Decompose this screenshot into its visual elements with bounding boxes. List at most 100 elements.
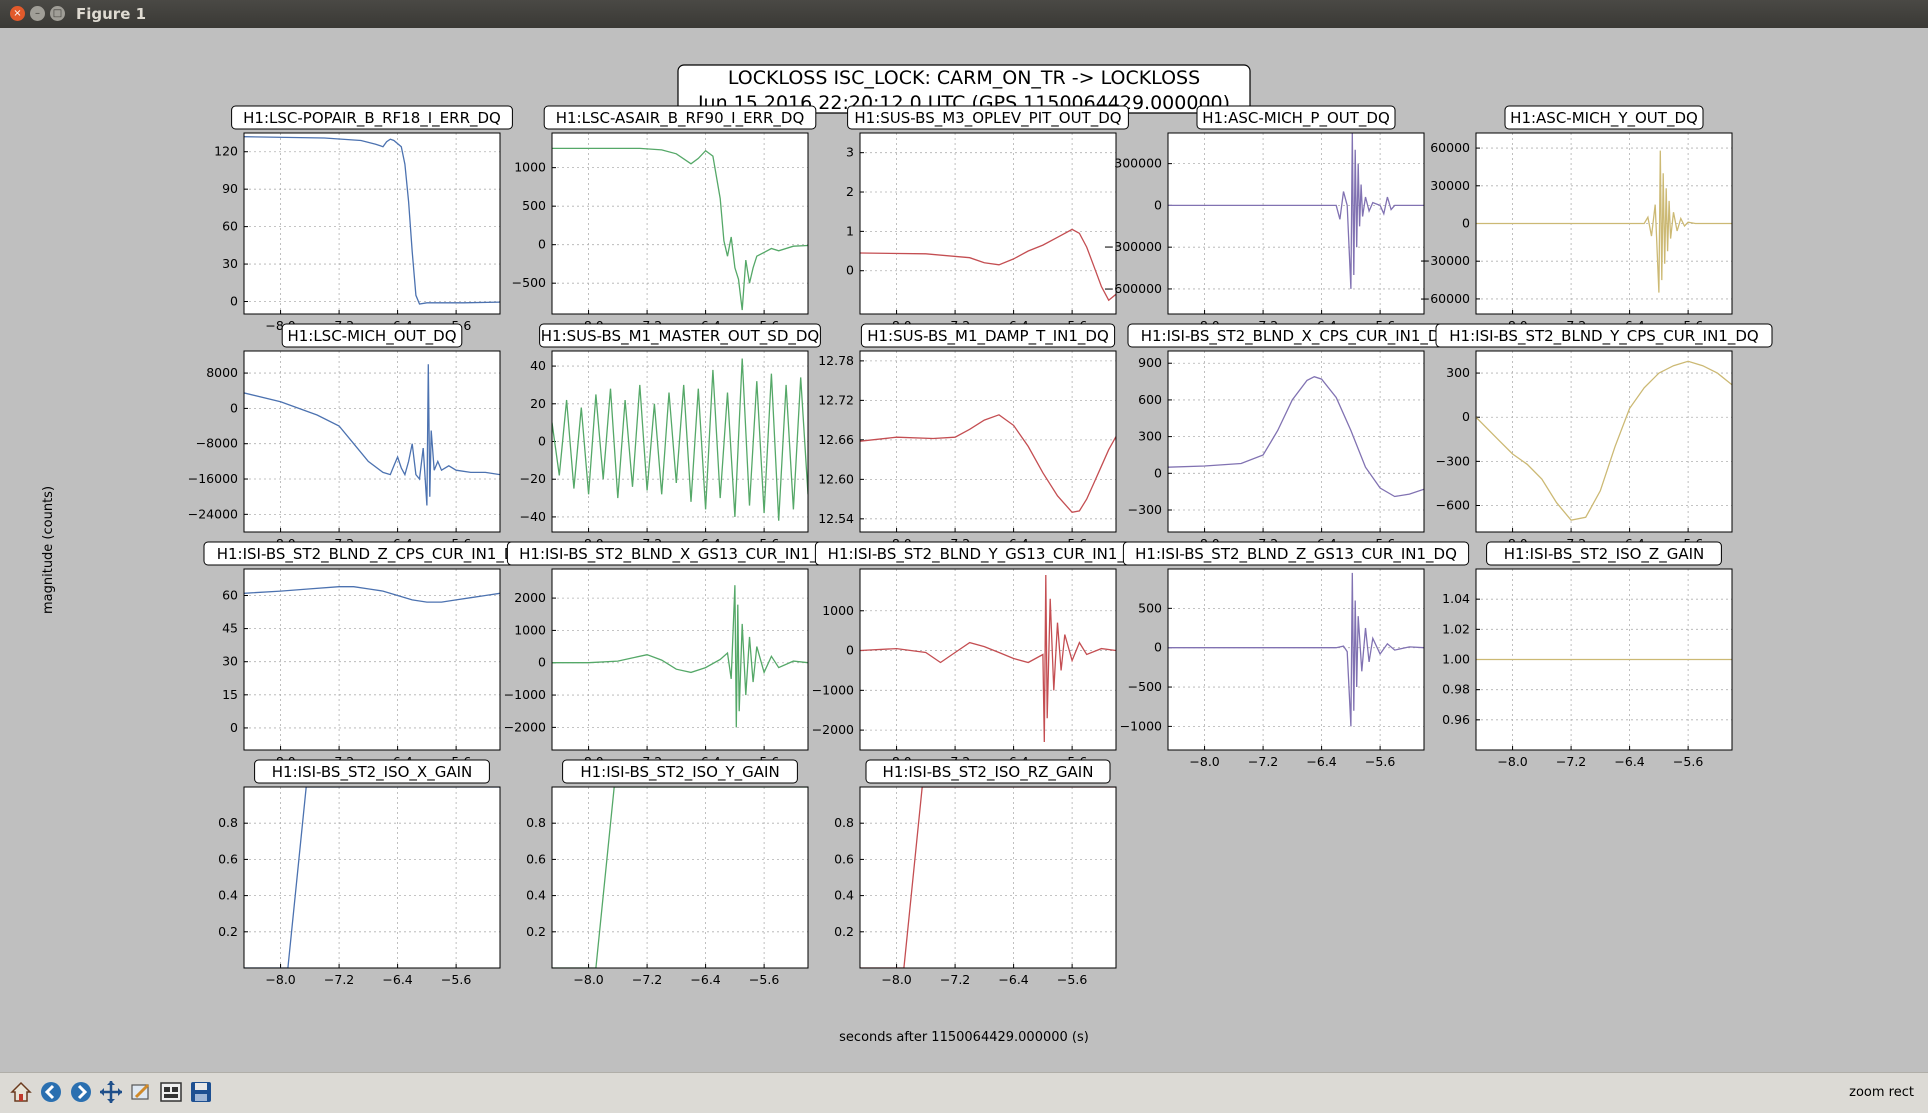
subplot-grid: −8.0−7.2−6.4−5.60306090120H1:LSC-POPAIR_… xyxy=(188,105,1773,987)
x-tick-label: −8.0 xyxy=(1497,754,1527,769)
axes-background xyxy=(1476,351,1732,532)
y-tick-label: 300000 xyxy=(1114,156,1162,171)
x-tick-label: −8.0 xyxy=(573,972,603,987)
y-tick-label: 1000 xyxy=(822,603,854,618)
subplot-title-text: H1:ISI-BS_ST2_ISO_RZ_GAIN xyxy=(883,763,1094,782)
y-tick-label: 0 xyxy=(230,400,238,415)
y-tick-label: 3 xyxy=(846,145,854,160)
x-tick-label: −5.6 xyxy=(1057,972,1087,987)
subplot-title: H1:ISI-BS_ST2_BLND_Z_GS13_CUR_IN1_DQ xyxy=(1122,541,1470,566)
navigation-toolbar: zoom rect xyxy=(0,1072,1928,1113)
subplot-12: −8.0−7.2−6.4−5.6−2000−1000010002000H1:IS… xyxy=(504,541,854,769)
y-tick-label: 0.8 xyxy=(218,815,238,830)
axes-background xyxy=(244,351,500,532)
close-button[interactable]: × xyxy=(10,6,25,21)
x-tick-label: −7.2 xyxy=(1248,754,1278,769)
y-tick-label: −1000 xyxy=(812,682,854,697)
x-tick-label: −8.0 xyxy=(881,972,911,987)
y-tick-label: 8000 xyxy=(206,365,238,380)
subplot-title-text: H1:ISI-BS_ST2_ISO_Y_GAIN xyxy=(580,763,779,782)
y-tick-label: 30 xyxy=(222,654,238,669)
y-tick-label: −40 xyxy=(520,509,546,524)
subplot-title: H1:ISI-BS_ST2_BLND_X_GS13_CUR_IN1_DQ xyxy=(506,541,854,566)
subplot-2: −8.0−7.2−6.4−5.6−50005001000H1:LSC-ASAIR… xyxy=(512,105,817,333)
y-tick-label: 90 xyxy=(222,181,238,196)
zoom-icon xyxy=(131,1083,150,1100)
y-tick-label: 0.4 xyxy=(526,888,546,903)
y-tick-label: 2 xyxy=(846,184,854,199)
y-tick-label: 0 xyxy=(230,720,238,735)
axes-background xyxy=(244,133,500,314)
y-tick-label: 30 xyxy=(222,256,238,271)
subplot-18: −8.0 −7.2 −6.4 −5.6 0.2 0.4 0.6 0.8 H1:ISI-BS_ST… xyxy=(834,759,1117,987)
y-tick-label: 0.4 xyxy=(218,888,238,903)
subplot-title-text: H1:ISI-BS_ST2_ISO_X_GAIN xyxy=(272,763,472,782)
suptitle-line-1: LOCKLOSS ISC_LOCK: CARM_ON_TR -> LOCKLOS… xyxy=(728,67,1200,89)
subplot-title: H1:LSC-POPAIR_B_RF18_I_ERR_DQ xyxy=(231,105,513,130)
y-tick-label: 0.98 xyxy=(1442,682,1470,697)
configure-subplots-button[interactable] xyxy=(158,1079,184,1105)
minimize-button[interactable]: – xyxy=(30,6,45,21)
y-tick-label: 300 xyxy=(1446,365,1470,380)
subplot-title-text: H1:ASC-MICH_Y_OUT_DQ xyxy=(1510,109,1698,128)
subplot-title-text: H1:ISI-BS_ST2_ISO_Z_GAIN xyxy=(1504,545,1704,564)
y-tick-label: −500 xyxy=(512,275,546,290)
y-tick-label: 0 xyxy=(1154,197,1162,212)
y-tick-label: 0 xyxy=(538,237,546,252)
axes-background xyxy=(860,569,1116,750)
pan-button[interactable] xyxy=(98,1079,124,1105)
subplot-title-text: H1:ASC-MICH_P_OUT_DQ xyxy=(1202,109,1390,128)
maximize-button[interactable]: □ xyxy=(50,6,65,21)
y-tick-label: −1000 xyxy=(504,687,546,702)
x-tick-label: −6.4 xyxy=(382,972,412,987)
y-tick-label: 0.6 xyxy=(526,851,546,866)
status-message: zoom rect xyxy=(1849,1085,1914,1100)
subplot-title: H1:ISI-BS_ST2_BLND_X_CPS_CUR_IN1_DQ xyxy=(1127,323,1465,348)
y-tick-label: 1.04 xyxy=(1442,591,1470,606)
y-tick-label: −20 xyxy=(520,471,546,486)
window-titlebar: × – □ Figure 1 xyxy=(0,0,1928,28)
y-tick-label: 0.8 xyxy=(834,815,854,830)
y-tick-label: −300 xyxy=(1128,502,1162,517)
save-button[interactable] xyxy=(188,1079,214,1105)
subplot-6: −8.0−7.2−6.4−5.6−24000−16000−800008000H1… xyxy=(188,323,501,551)
x-tick-label: −6.4 xyxy=(690,972,720,987)
y-tick-label: 0 xyxy=(846,263,854,278)
y-tick-label: 1.02 xyxy=(1442,621,1470,636)
subplot-title: H1:ASC-MICH_Y_OUT_DQ xyxy=(1504,105,1704,130)
back-button[interactable] xyxy=(38,1079,64,1105)
y-tick-label: 0 xyxy=(1462,216,1470,231)
home-button[interactable] xyxy=(8,1079,34,1105)
y-tick-label: 0 xyxy=(1154,640,1162,655)
y-tick-label: −24000 xyxy=(188,506,238,521)
y-tick-label: 0.6 xyxy=(834,851,854,866)
subplot-title: H1:ISI-BS_ST2_BLND_Z_CPS_CUR_IN1_DQ xyxy=(203,541,541,566)
y-tick-label: 0 xyxy=(538,655,546,670)
y-tick-label: 0.6 xyxy=(218,851,238,866)
x-tick-label: −7.2 xyxy=(324,972,354,987)
y-tick-label: 60 xyxy=(222,587,238,602)
y-tick-label: −8000 xyxy=(196,436,238,451)
y-tick-label: −1000 xyxy=(1120,718,1162,733)
y-tick-label: −500 xyxy=(1128,679,1162,694)
axes-background xyxy=(860,133,1116,314)
y-tick-label: 0 xyxy=(1154,465,1162,480)
y-tick-label: −600 xyxy=(1436,498,1470,513)
subplot-11: −8.0−7.2−6.4−5.6015304560H1:ISI-BS_ST2_B… xyxy=(203,541,541,769)
zoom-button[interactable] xyxy=(128,1079,154,1105)
subplot-title-text: H1:ISI-BS_ST2_BLND_Z_GS13_CUR_IN1_DQ xyxy=(1135,545,1457,564)
subplot-title: H1:ISI-BS_ST2_ISO_Y_GAIN xyxy=(562,759,798,784)
y-tick-label: 12.78 xyxy=(818,353,854,368)
subplot-14: −8.0 −7.2 −6.4 −5.6 −1000 −500 0 500 H1:ISI-BS_S… xyxy=(1120,541,1470,769)
forward-button[interactable] xyxy=(68,1079,94,1105)
subplot-4: −8.0−7.2−6.4−5.6−600000−3000000300000H1:… xyxy=(1104,105,1425,333)
x-tick-label: −8.0 xyxy=(1189,754,1219,769)
figure-canvas[interactable]: LOCKLOSS ISC_LOCK: CARM_ON_TR -> LOCKLOS… xyxy=(0,28,1928,1072)
subplot-title: H1:SUS-BS_M1_MASTER_OUT_SD_DQ xyxy=(539,323,821,348)
y-tick-label: 12.60 xyxy=(818,471,854,486)
subplot-title: H1:ISI-BS_ST2_ISO_X_GAIN xyxy=(254,759,490,784)
y-tick-label: 12.66 xyxy=(818,432,854,447)
y-tick-label: 0.2 xyxy=(834,924,854,939)
subplot-10: −8.0−7.2−6.4−5.6−600−3000300H1:ISI-BS_ST… xyxy=(1435,323,1773,551)
subplot-title-text: H1:LSC-POPAIR_B_RF18_I_ERR_DQ xyxy=(243,109,501,128)
